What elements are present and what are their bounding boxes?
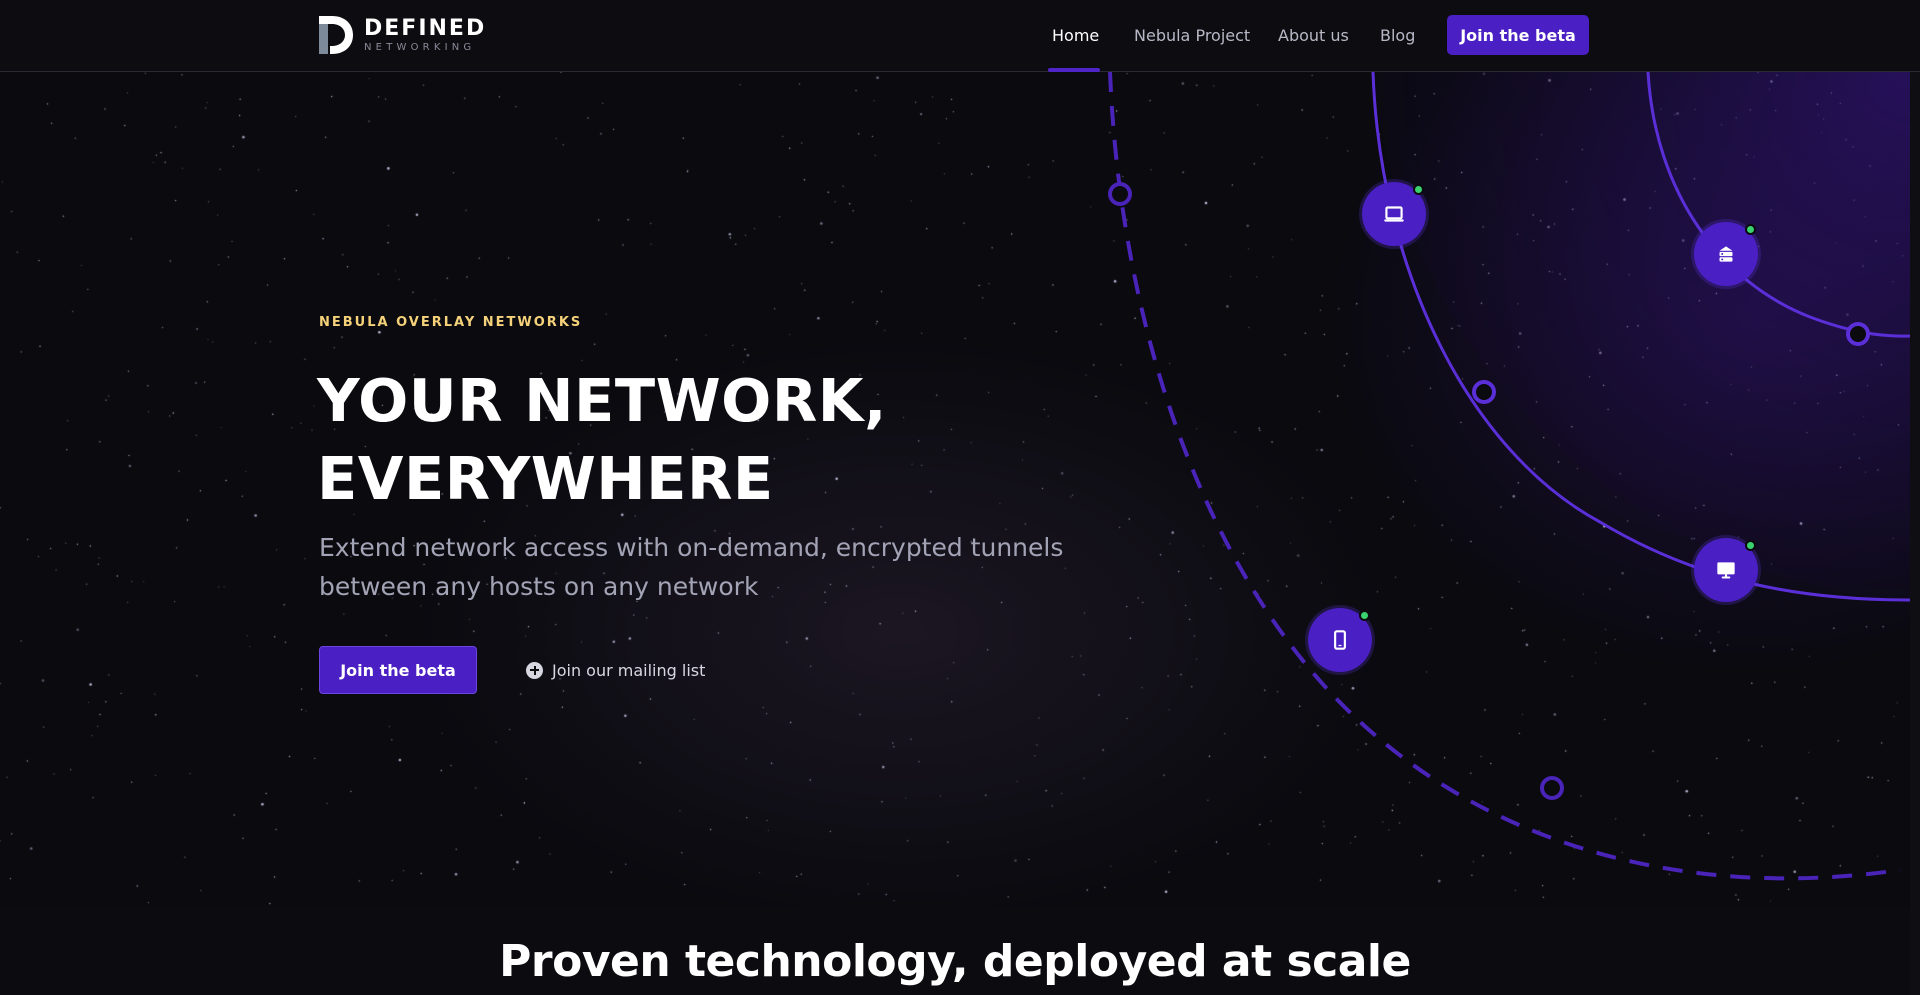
- monitor-icon: [1717, 562, 1735, 579]
- inner-orbit-glow: [1373, 72, 1910, 602]
- active-nav-indicator: [1048, 68, 1100, 72]
- server-icon: [1719, 246, 1733, 262]
- status-online-dot: [1413, 184, 1424, 195]
- hero-section: NEBULA OVERLAY NETWORKS YOUR NETWORK, EV…: [0, 72, 1920, 907]
- hero-subheading: Extend network access with on-demand, en…: [319, 533, 1064, 601]
- hero-headline-line1: YOUR NETWORK,: [317, 366, 887, 435]
- nav-link-nebula-project[interactable]: Nebula Project: [1134, 0, 1250, 72]
- orbit-node: [1540, 776, 1564, 800]
- logo-subtitle: NETWORKING: [364, 41, 476, 53]
- section-title: Proven technology, deployed at scale: [499, 936, 1411, 987]
- mailing-list-label: Join our mailing list: [552, 660, 706, 680]
- nav-join-beta-button[interactable]: Join the beta: [1447, 15, 1589, 55]
- nav-link-blog[interactable]: Blog: [1380, 0, 1415, 72]
- join-mailing-list-link[interactable]: Join our mailing list: [526, 658, 705, 682]
- logo-title: DEFINED: [364, 15, 487, 41]
- hero-headline-line2: EVERYWHERE: [317, 444, 774, 513]
- phone-icon: [1334, 630, 1346, 650]
- device-node-server: [1694, 222, 1758, 286]
- orbit-node: [1846, 322, 1870, 346]
- nav-link-about-us[interactable]: About us: [1278, 0, 1349, 72]
- status-online-dot: [1359, 610, 1370, 621]
- orbit-node: [1472, 380, 1496, 404]
- defined-networking-logo[interactable]: DEFINED NETWORKING: [318, 15, 486, 55]
- device-node-desktop: [1694, 538, 1758, 602]
- nav-link-home[interactable]: Home: [1052, 0, 1099, 72]
- status-online-dot: [1745, 540, 1756, 551]
- device-node-laptop: [1362, 182, 1426, 246]
- orbit-node: [1108, 182, 1132, 206]
- plus-circle-icon: [526, 661, 543, 679]
- network-orbit-illustration: [1108, 72, 1910, 881]
- hero-join-beta-button[interactable]: Join the beta: [319, 646, 477, 694]
- top-navigation: DEFINED NETWORKING Home Nebula Project A…: [0, 0, 1920, 72]
- hero-headline: YOUR NETWORK, EVERYWHERE: [317, 362, 887, 518]
- hero-eyebrow: NEBULA OVERLAY NETWORKS: [319, 315, 583, 330]
- page-scrollbar[interactable]: [1910, 72, 1920, 995]
- status-online-dot: [1745, 224, 1756, 235]
- device-node-mobile: [1308, 608, 1372, 672]
- laptop-icon: [1384, 206, 1404, 222]
- logo-mark-icon: [319, 16, 353, 54]
